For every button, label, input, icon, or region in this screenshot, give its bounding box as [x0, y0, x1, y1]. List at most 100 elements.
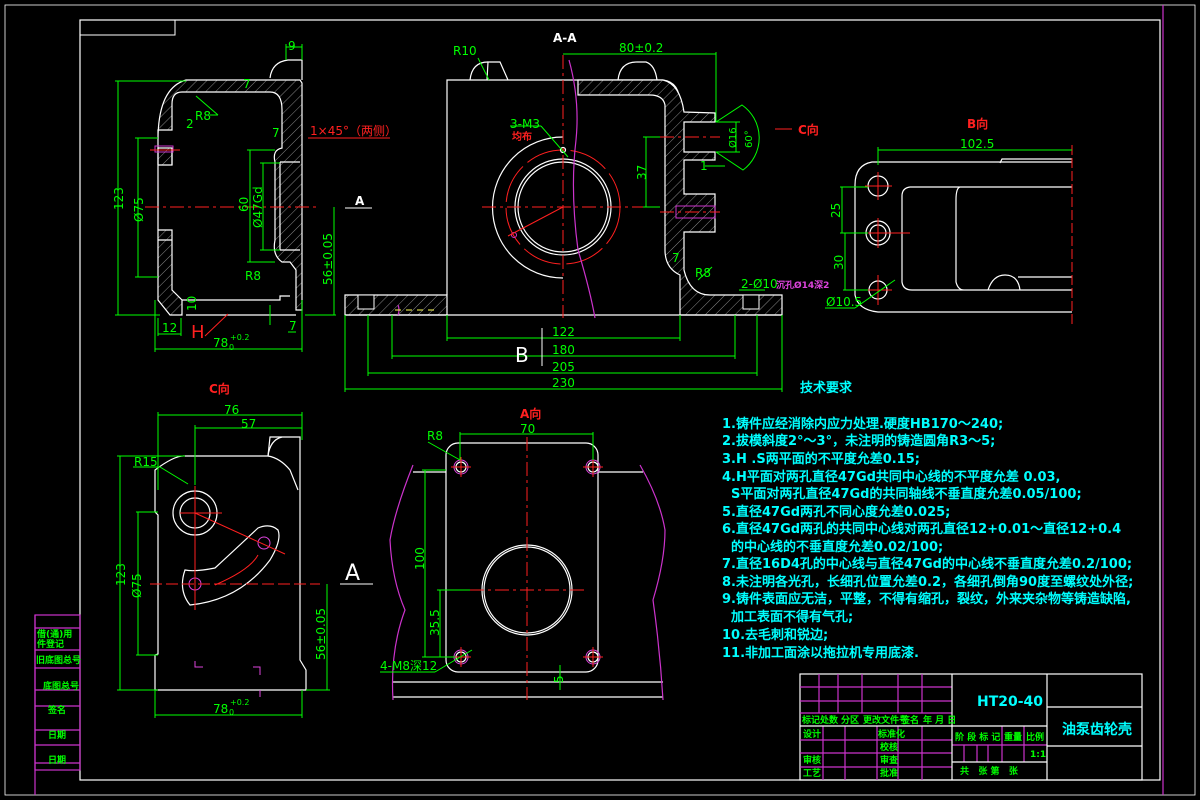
dim-label: 9 [288, 39, 296, 53]
header-cell: 分区 [841, 714, 859, 726]
technical-requirements: 技术要求 1.铸件应经消除内应力处理.硬度HB170～240; 2.拔模斜度2°… [722, 380, 1133, 661]
scale-value: 1:1 [1030, 750, 1046, 760]
dim-label: 37 [635, 165, 649, 180]
dim-label: 56±0.05 [314, 608, 328, 660]
sidebar-label: 签名 [47, 704, 66, 716]
tech-line: 2.拔模斜度2°～3°，未注明的铸造圆角R3～5; [722, 433, 995, 449]
datum-h: H [191, 322, 205, 343]
dim-tolerance: +0.2 [230, 698, 249, 707]
tech-line: 10.去毛刺和锐边; [722, 627, 828, 643]
review-label: 审查 [880, 754, 899, 766]
header-cell: 标记 [801, 714, 820, 726]
tech-line: 5.直径47Gd两孔不同心度允差0.025; [722, 504, 950, 520]
view-marker-b: B [515, 343, 529, 367]
tech-title: 技术要求 [800, 380, 853, 396]
view-arrow-c: C向 [798, 122, 819, 137]
scale-label: 比例 [1026, 731, 1044, 743]
craft-label: 工艺 [803, 767, 821, 779]
sidebar-label: 底图总号 [43, 680, 79, 692]
dim-label: 5 [552, 675, 566, 683]
drawing-frame [4, 4, 1196, 796]
header-cell: 签名 [900, 714, 919, 726]
dim-label: Ø16 [727, 127, 739, 148]
dim-label: 80±0.2 [619, 41, 663, 55]
sidebar-label: 借(通)用 [36, 628, 72, 640]
dim-label: 102.5 [960, 137, 994, 151]
dim-label: 100 [413, 547, 427, 570]
sidebar-label: 日期 [48, 754, 66, 766]
sidebar-label: 日期 [48, 729, 66, 741]
dim-label: 2-Ø10 [741, 277, 778, 291]
c-view: C向 76 57 R15 123 Ø75 56±0.05 78 +0.2 0 A [114, 381, 373, 718]
header-cell: 处数 [819, 714, 839, 726]
dim-label: 1 [700, 159, 708, 173]
dim-label: 3-M3 [510, 117, 540, 131]
tech-line: 9.铸件表面应无洁，平整，不得有缩孔，裂纹，外来夹杂物等铸造缺陷, [722, 591, 1131, 607]
chamfer-note: 1×45°（两侧） [310, 124, 397, 138]
dim-label: Ø47Gd [251, 186, 265, 228]
section-marker-large: A [345, 561, 360, 586]
section-marker: A [355, 194, 365, 208]
dim-tolerance: 0 [229, 708, 234, 717]
dim-label: Ø75 [130, 573, 144, 598]
dim-label: 30 [832, 255, 846, 270]
dim-label: 122 [552, 325, 575, 339]
header-cell: 年 月 日 [923, 714, 956, 726]
dim-label: 70 [520, 422, 535, 436]
dim-label: R15 [134, 455, 158, 469]
dim-label: 7 [289, 319, 297, 333]
check-label: 审核 [803, 754, 821, 766]
view-title-aa: A-A [553, 31, 577, 45]
title-block: HT20-40 油泵齿轮壳 标记 处数 分区 更改文件号 签名 年 月 日 设计… [799, 673, 1143, 781]
dim-tolerance: 0 [229, 343, 234, 352]
view-title-b: B向 [967, 116, 988, 131]
dim-label: 7 [672, 251, 680, 265]
material-label: HT20-40 [977, 694, 1043, 710]
tech-line: 4.H平面对两孔直径47Gd共同中心线的不平度允差 0.03, [722, 469, 1060, 485]
sidebar-label: 旧底图总号 [36, 654, 81, 666]
tech-line: 加工表面不得有气孔; [722, 609, 853, 625]
dim-label: R8 [427, 429, 443, 443]
dim-label: 56±0.05 [321, 233, 335, 285]
dim-label: R8 [245, 269, 261, 283]
sheets-label: 共 张 第 张 [960, 765, 1019, 777]
dim-label: 10 [185, 296, 199, 311]
dim-label: 12 [162, 321, 177, 335]
dim-label: R8 [695, 266, 711, 280]
tech-line: 6.直径47Gd两孔的共同中心线对两孔直径12+0.01～直径12+0.4 [722, 521, 1121, 537]
dim-tolerance: +0.2 [230, 333, 249, 342]
stage-mark-label: 阶 段 标 记 [955, 731, 1000, 743]
dim-label: 205 [552, 360, 575, 374]
dim-note: 沉孔Ø14深2 [776, 279, 829, 291]
dim-label: 76 [224, 403, 239, 417]
a-view: A向 R8 70 100 35.5 4-M8深12 5 [380, 406, 666, 701]
weight-label: 重量 [1004, 731, 1022, 743]
dim-label: 57 [241, 417, 256, 431]
tech-line: 8.未注明各光孔，长细孔位置允差0.2，各细孔倒角90度至螺纹处外径; [722, 574, 1133, 590]
approve-label: 批准 [880, 767, 898, 779]
dim-label: 123 [114, 563, 128, 586]
design-label: 设计 [803, 728, 821, 740]
dim-label: R8 [195, 109, 211, 123]
view-title-a: A向 [520, 406, 541, 421]
tech-line: 3.H .S两平面的不平度允差0.15; [722, 451, 920, 467]
dim-label: Ø10.5 [826, 295, 862, 309]
dim-label: 60 [237, 197, 251, 212]
dim-note: 均布 [512, 130, 532, 143]
part-name: 油泵齿轮壳 [1062, 721, 1132, 738]
dim-label: 4-M8深12 [380, 659, 437, 673]
drawing-canvas: 借(通)用 件登记 旧底图总号 底图总号 签名 日期 日期 9 R8 2 7 7… [4, 4, 1196, 796]
dim-label: 60° [744, 130, 755, 148]
dim-label: 7 [243, 77, 251, 91]
view-title-c: C向 [209, 381, 230, 396]
dim-label: 25 [829, 203, 843, 218]
tech-line: 11.非加工面涂以拖拉机专用底漆. [722, 645, 919, 661]
sidebar-label: 件登记 [37, 638, 64, 650]
dim-label: 123 [112, 187, 126, 210]
tech-line: 7.直径16D4孔的中心线与直径47Gd的中心线不垂直度允差0.2/100; [722, 556, 1132, 572]
dim-label: 230 [552, 376, 575, 390]
tech-line: 的中心线的不垂直度允差0.02/100; [722, 539, 943, 555]
sidebar-table: 借(通)用 件登记 旧底图总号 底图总号 签名 日期 日期 [34, 614, 81, 771]
b-view: B向 102.5 25 30 Ø10.5 [825, 116, 1073, 325]
dim-label: 2 [186, 117, 194, 131]
